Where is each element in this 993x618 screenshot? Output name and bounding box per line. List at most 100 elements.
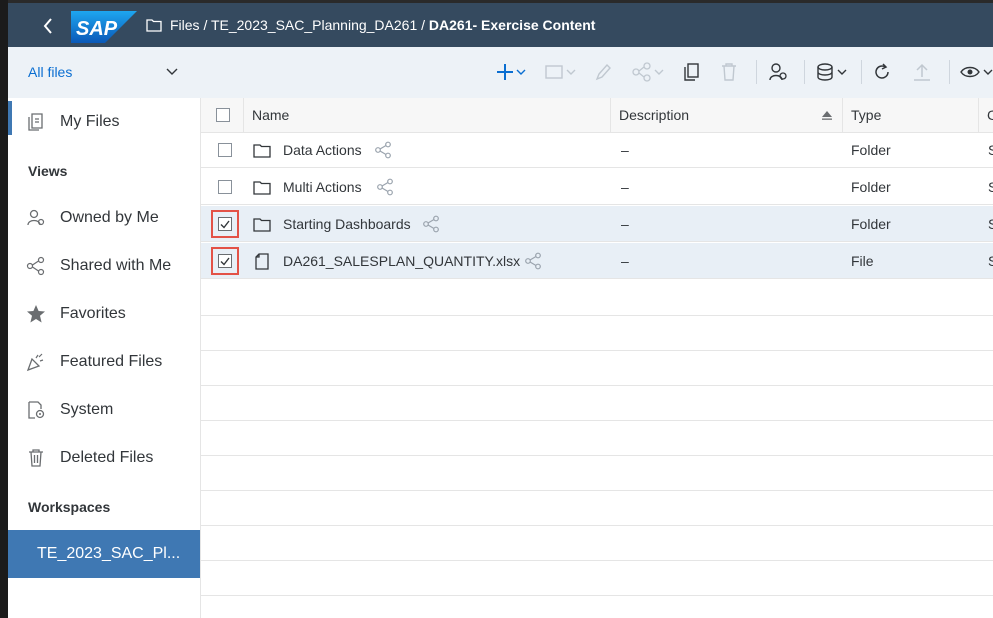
file-filter-select[interactable]: All files [28, 59, 178, 85]
column-header-description[interactable]: Description [611, 98, 843, 132]
sidebar-item-label: System [60, 401, 114, 418]
upload-button[interactable] [912, 61, 932, 83]
partial-cell: S [988, 179, 993, 195]
chevron-down-icon [166, 68, 178, 75]
delete-button[interactable] [720, 61, 738, 83]
add-button[interactable] [496, 61, 528, 83]
table-row[interactable]: Multi Actions – Folder S [201, 169, 993, 205]
share-icon[interactable] [422, 206, 440, 242]
view-button[interactable] [960, 61, 993, 83]
file-name[interactable]: Data Actions [283, 132, 362, 168]
breadcrumb-path[interactable]: Files / TE_2023_SAC_Planning_DA261 / [170, 17, 429, 33]
refresh-icon [875, 63, 889, 79]
copy-icon [684, 63, 699, 81]
checkmark-icon [220, 220, 230, 229]
file-name[interactable]: DA261_SALESPLAN_QUANTITY.xlsx [283, 243, 520, 279]
toolbar-separator [804, 60, 805, 84]
share-icon [632, 62, 664, 82]
view-icon [960, 66, 993, 78]
edit-button[interactable] [594, 61, 612, 83]
file-description: – [621, 179, 629, 195]
share-icon[interactable] [376, 169, 394, 205]
new-folder-button[interactable] [544, 61, 578, 83]
file-type: Folder [851, 142, 891, 158]
copy-button[interactable] [682, 61, 700, 83]
row-checkbox[interactable] [218, 180, 232, 194]
breadcrumb: Files / TE_2023_SAC_Planning_DA261 / DA2… [170, 16, 595, 34]
sap-logo[interactable]: SAP [71, 11, 137, 43]
folder-icon [253, 180, 271, 195]
views-heading: Views [28, 163, 68, 179]
empty-row [201, 490, 993, 526]
sidebar-item-label: Deleted Files [60, 449, 154, 466]
sidebar-item-deleted-files[interactable]: Deleted Files [8, 438, 200, 478]
folder-icon [146, 19, 162, 32]
sidebar-item-shared-with-me[interactable]: Shared with Me [8, 246, 200, 286]
sidebar-item-favorites[interactable]: Favorites [8, 294, 200, 334]
folder-icon [253, 143, 271, 158]
table-row[interactable]: Starting Dashboards – Folder S [201, 206, 993, 242]
window-left-edge [0, 0, 8, 618]
partial-cell: S [988, 216, 993, 232]
file-description: – [621, 142, 629, 158]
sidebar-item-my-files[interactable]: My Files [8, 102, 200, 142]
column-header-name[interactable]: Name [244, 98, 611, 132]
empty-row [201, 385, 993, 421]
edit-icon [595, 63, 611, 81]
select-all-cell [201, 98, 244, 132]
column-header-type[interactable]: Type [843, 98, 979, 132]
table-row[interactable]: DA261_SALESPLAN_QUANTITY.xlsx – File S [201, 243, 993, 279]
toolbar-separator [861, 60, 862, 84]
table-row[interactable]: Data Actions – Folder S [201, 132, 993, 168]
table-header: Name Description Type C [201, 98, 993, 133]
file-type: Folder [851, 216, 891, 232]
sidebar-item-label: Featured Files [60, 353, 163, 370]
chevron-left-icon [43, 18, 52, 34]
share-settings-icon [769, 63, 787, 81]
file-name[interactable]: Multi Actions [283, 169, 362, 205]
refresh-button[interactable] [872, 61, 892, 83]
sidebar: My Files Views Owned by Me Shared with M… [8, 98, 201, 618]
column-label: Name [252, 107, 290, 123]
toolbar: All files [8, 47, 993, 99]
share-icon[interactable] [374, 132, 392, 168]
row-checkbox[interactable] [218, 217, 232, 231]
data-source-button[interactable] [816, 61, 850, 83]
add-icon [497, 64, 526, 80]
delete-icon [722, 63, 736, 81]
empty-row [201, 315, 993, 351]
sidebar-item-system[interactable]: System [8, 390, 200, 430]
star-icon [26, 304, 46, 324]
empty-row [201, 420, 993, 456]
share-icon [26, 256, 46, 276]
sidebar-item-owned-by-me[interactable]: Owned by Me [8, 198, 200, 238]
system-icon [26, 400, 46, 420]
logo-text: SAP [76, 18, 118, 40]
empty-row [201, 280, 993, 316]
sidebar-item-workspace[interactable]: TE_2023_SAC_Pl... [8, 530, 200, 578]
row-checkbox[interactable] [218, 143, 232, 157]
sidebar-item-label: My Files [60, 113, 120, 130]
sidebar-item-label: Shared with Me [60, 257, 172, 274]
featured-icon [26, 352, 46, 372]
file-type: File [851, 253, 874, 269]
select-all-checkbox[interactable] [216, 108, 230, 122]
file-name[interactable]: Starting Dashboards [283, 206, 411, 242]
row-checkbox[interactable] [218, 254, 232, 268]
partial-cell: S [988, 142, 993, 158]
share-icon[interactable] [524, 243, 542, 279]
share-button[interactable] [632, 61, 666, 83]
column-header-partial[interactable]: C [979, 98, 993, 132]
new-folder-icon [545, 65, 576, 79]
folder-icon [253, 217, 271, 232]
my-files-icon [26, 112, 46, 132]
back-button[interactable] [36, 11, 60, 41]
sort-ascending-icon [822, 111, 832, 120]
share-settings-button[interactable] [768, 61, 788, 83]
sidebar-item-label: Favorites [60, 305, 126, 322]
empty-row [201, 525, 993, 561]
sidebar-item-featured-files[interactable]: Featured Files [8, 342, 200, 382]
file-table: Name Description Type C Data Actions – F… [201, 98, 993, 618]
file-icon [255, 252, 269, 270]
partial-cell: S [988, 253, 993, 269]
